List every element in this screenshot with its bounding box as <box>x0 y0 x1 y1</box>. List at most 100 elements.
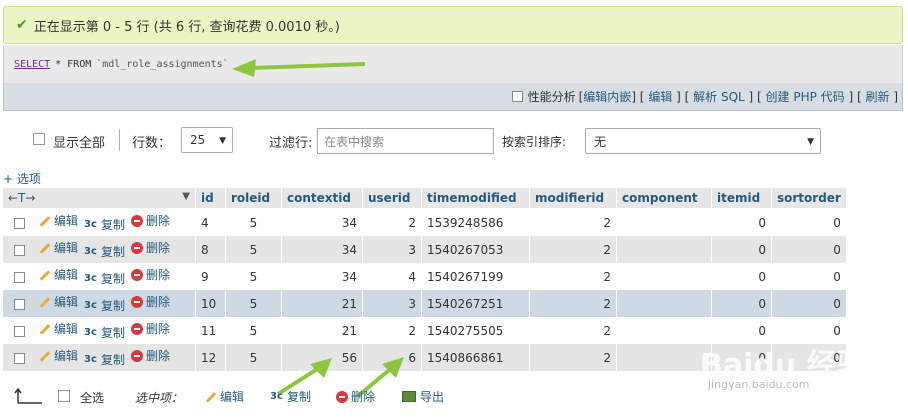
row-delete-button[interactable]: 删除 <box>131 266 170 283</box>
cell-userid[interactable]: 4 <box>363 263 422 290</box>
row-copy-button[interactable]: 3c 复制 <box>84 216 125 233</box>
column-header-sortorder[interactable]: sortorder <box>772 188 847 209</box>
show-all-checkbox[interactable] <box>33 133 45 145</box>
bulk-delete-button[interactable]: 删除 <box>336 388 375 405</box>
row-checkbox[interactable] <box>14 271 25 283</box>
row-delete-button[interactable]: 删除 <box>131 239 170 256</box>
row-copy-button[interactable]: 3c 复制 <box>84 243 125 260</box>
sort-dropdown-icon[interactable]: ▼ <box>182 191 190 202</box>
row-checkbox[interactable] <box>14 325 25 337</box>
row-checkbox[interactable] <box>14 244 25 256</box>
row-checkbox[interactable] <box>14 217 25 229</box>
cell-itemid[interactable]: 0 <box>712 263 772 290</box>
cell-contextid[interactable]: 56 <box>282 344 363 371</box>
row-delete-button[interactable]: 删除 <box>131 293 170 310</box>
cell-id[interactable]: 10 <box>196 290 226 317</box>
cell-modifierid[interactable]: 2 <box>530 290 617 317</box>
cell-contextid[interactable]: 34 <box>282 263 363 290</box>
cell-timemodified[interactable]: 1540866861 <box>422 344 530 371</box>
bulk-export-button[interactable]: 导出 <box>402 388 444 405</box>
cell-component[interactable] <box>617 263 712 290</box>
cell-timemodified[interactable]: 1540267251 <box>422 290 530 317</box>
column-header-itemid[interactable]: itemid <box>712 188 772 209</box>
column-nav-header[interactable]: ←T→ ▼ <box>3 188 196 209</box>
create-php-code-link[interactable]: 创建 PHP 代码 <box>766 88 845 105</box>
cell-id[interactable]: 8 <box>196 236 226 263</box>
table-row[interactable]: 编辑 3c 复制 删除 10 5 21 3 1540267251 2 0 0 <box>3 290 847 317</box>
cell-timemodified[interactable]: 1540275505 <box>422 317 530 344</box>
edit-inline-link[interactable]: 编辑内嵌 <box>583 88 631 105</box>
cell-sortorder[interactable]: 0 <box>772 236 847 263</box>
cell-contextid[interactable]: 21 <box>282 290 363 317</box>
sql-keyword-select[interactable]: SELECT <box>14 59 50 70</box>
row-edit-button[interactable]: 编辑 <box>37 212 78 229</box>
cell-contextid[interactable]: 21 <box>282 317 363 344</box>
cell-userid[interactable]: 2 <box>363 209 422 236</box>
cell-sortorder[interactable]: 0 <box>772 290 847 317</box>
row-edit-button[interactable]: 编辑 <box>37 293 78 310</box>
bulk-edit-button[interactable]: 编辑 <box>203 388 244 405</box>
row-edit-button[interactable]: 编辑 <box>37 347 78 364</box>
select-all-checkbox[interactable] <box>58 390 70 402</box>
row-delete-button[interactable]: 删除 <box>131 212 170 229</box>
bulk-copy-button[interactable]: 3c 复制 <box>270 388 311 405</box>
cell-sortorder[interactable]: 0 <box>772 263 847 290</box>
cell-id[interactable]: 12 <box>196 344 226 371</box>
column-resize-arrows-icon[interactable]: ←T→ <box>8 191 35 205</box>
column-header-id[interactable]: id <box>196 188 226 209</box>
cell-timemodified[interactable]: 1540267199 <box>422 263 530 290</box>
cell-roleid[interactable]: 5 <box>226 209 282 236</box>
row-copy-button[interactable]: 3c 复制 <box>84 297 125 314</box>
options-link[interactable]: + 选项 <box>3 170 41 187</box>
row-edit-button[interactable]: 编辑 <box>37 320 78 337</box>
table-row[interactable]: 编辑 3c 复制 删除 8 5 34 3 1540267053 2 0 0 <box>3 236 847 263</box>
sort-index-select[interactable]: 无 ▼ <box>585 128 821 154</box>
explain-sql-link[interactable]: 解析 SQL <box>693 88 745 105</box>
cell-userid[interactable]: 2 <box>363 317 422 344</box>
cell-component[interactable] <box>617 344 712 371</box>
row-copy-button[interactable]: 3c 复制 <box>84 270 125 287</box>
cell-component[interactable] <box>617 317 712 344</box>
cell-id[interactable]: 4 <box>196 209 226 236</box>
cell-roleid[interactable]: 5 <box>226 290 282 317</box>
filter-rows-input[interactable]: 在表中搜索 <box>317 128 494 154</box>
row-edit-button[interactable]: 编辑 <box>37 239 78 256</box>
cell-itemid[interactable]: 0 <box>712 209 772 236</box>
row-delete-button[interactable]: 删除 <box>131 347 170 364</box>
column-header-modifierid[interactable]: modifierid <box>530 188 617 209</box>
cell-roleid[interactable]: 5 <box>226 344 282 371</box>
cell-id[interactable]: 9 <box>196 263 226 290</box>
column-header-contextid[interactable]: contextid <box>282 188 363 209</box>
column-header-timemodified[interactable]: timemodified <box>422 188 530 209</box>
cell-contextid[interactable]: 34 <box>282 236 363 263</box>
cell-itemid[interactable]: 0 <box>712 290 772 317</box>
profiling-checkbox[interactable] <box>511 91 523 102</box>
cell-timemodified[interactable]: 1539248586 <box>422 209 530 236</box>
cell-component[interactable] <box>617 209 712 236</box>
cell-contextid[interactable]: 34 <box>282 209 363 236</box>
cell-component[interactable] <box>617 290 712 317</box>
select-all-label[interactable]: 全选 <box>80 389 104 406</box>
row-copy-button[interactable]: 3c 复制 <box>84 324 125 341</box>
column-header-component[interactable]: component <box>617 188 712 209</box>
column-header-roleid[interactable]: roleid <box>226 188 282 209</box>
cell-roleid[interactable]: 5 <box>226 236 282 263</box>
refresh-link[interactable]: 刷新 <box>865 88 889 105</box>
cell-itemid[interactable]: 0 <box>712 236 772 263</box>
cell-id[interactable]: 11 <box>196 317 226 344</box>
edit-link[interactable]: 编辑 <box>648 88 672 105</box>
column-header-userid[interactable]: userid <box>363 188 422 209</box>
cell-sortorder[interactable]: 0 <box>772 209 847 236</box>
cell-modifierid[interactable]: 2 <box>530 317 617 344</box>
rows-select[interactable]: 25 ▼ <box>181 127 233 153</box>
cell-userid[interactable]: 3 <box>363 236 422 263</box>
table-row[interactable]: 编辑 3c 复制 删除 9 5 34 4 1540267199 2 0 0 <box>3 263 847 290</box>
cell-roleid[interactable]: 5 <box>226 317 282 344</box>
cell-userid[interactable]: 3 <box>363 290 422 317</box>
table-row[interactable]: 编辑 3c 复制 删除 4 5 34 2 1539248586 2 0 0 <box>3 209 847 236</box>
row-delete-button[interactable]: 删除 <box>131 320 170 337</box>
row-checkbox[interactable] <box>14 352 25 364</box>
cell-modifierid[interactable]: 2 <box>530 209 617 236</box>
row-checkbox[interactable] <box>14 298 25 310</box>
cell-component[interactable] <box>617 236 712 263</box>
